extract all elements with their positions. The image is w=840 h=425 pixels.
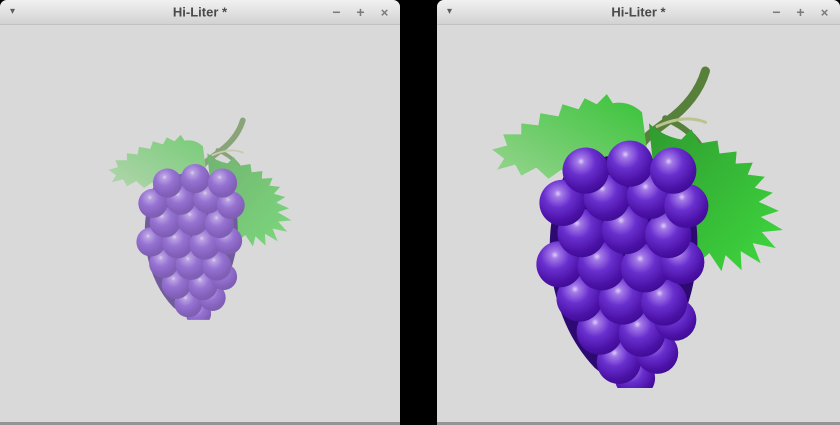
window-controls: − + × — [769, 0, 832, 24]
titlebar[interactable]: ▾ Hi-Liter * − + × — [0, 0, 400, 25]
canvas-area[interactable] — [437, 26, 840, 422]
window-menu-icon[interactable]: ▾ — [447, 7, 452, 17]
maximize-button[interactable]: + — [793, 5, 808, 19]
hiliter-window-right: ▾ Hi-Liter * − + × — [437, 0, 840, 425]
window-title: Hi-Liter * — [172, 4, 228, 20]
minimize-button[interactable]: − — [769, 5, 784, 19]
grapes-illustration-faded — [106, 117, 296, 320]
window-menu-icon[interactable]: ▾ — [10, 7, 15, 17]
window-controls: − + × — [329, 0, 392, 24]
maximize-button[interactable]: + — [353, 5, 368, 19]
close-button[interactable]: × — [817, 6, 832, 19]
close-button[interactable]: × — [377, 6, 392, 19]
titlebar[interactable]: ▾ Hi-Liter * − + × — [437, 0, 840, 25]
hiliter-window-left: ▾ Hi-Liter * − + × — [0, 0, 400, 425]
grapes-illustration-vivid — [488, 66, 790, 388]
minimize-button[interactable]: − — [329, 5, 344, 19]
canvas-area[interactable] — [0, 26, 400, 422]
window-title: Hi-Liter * — [611, 4, 666, 20]
